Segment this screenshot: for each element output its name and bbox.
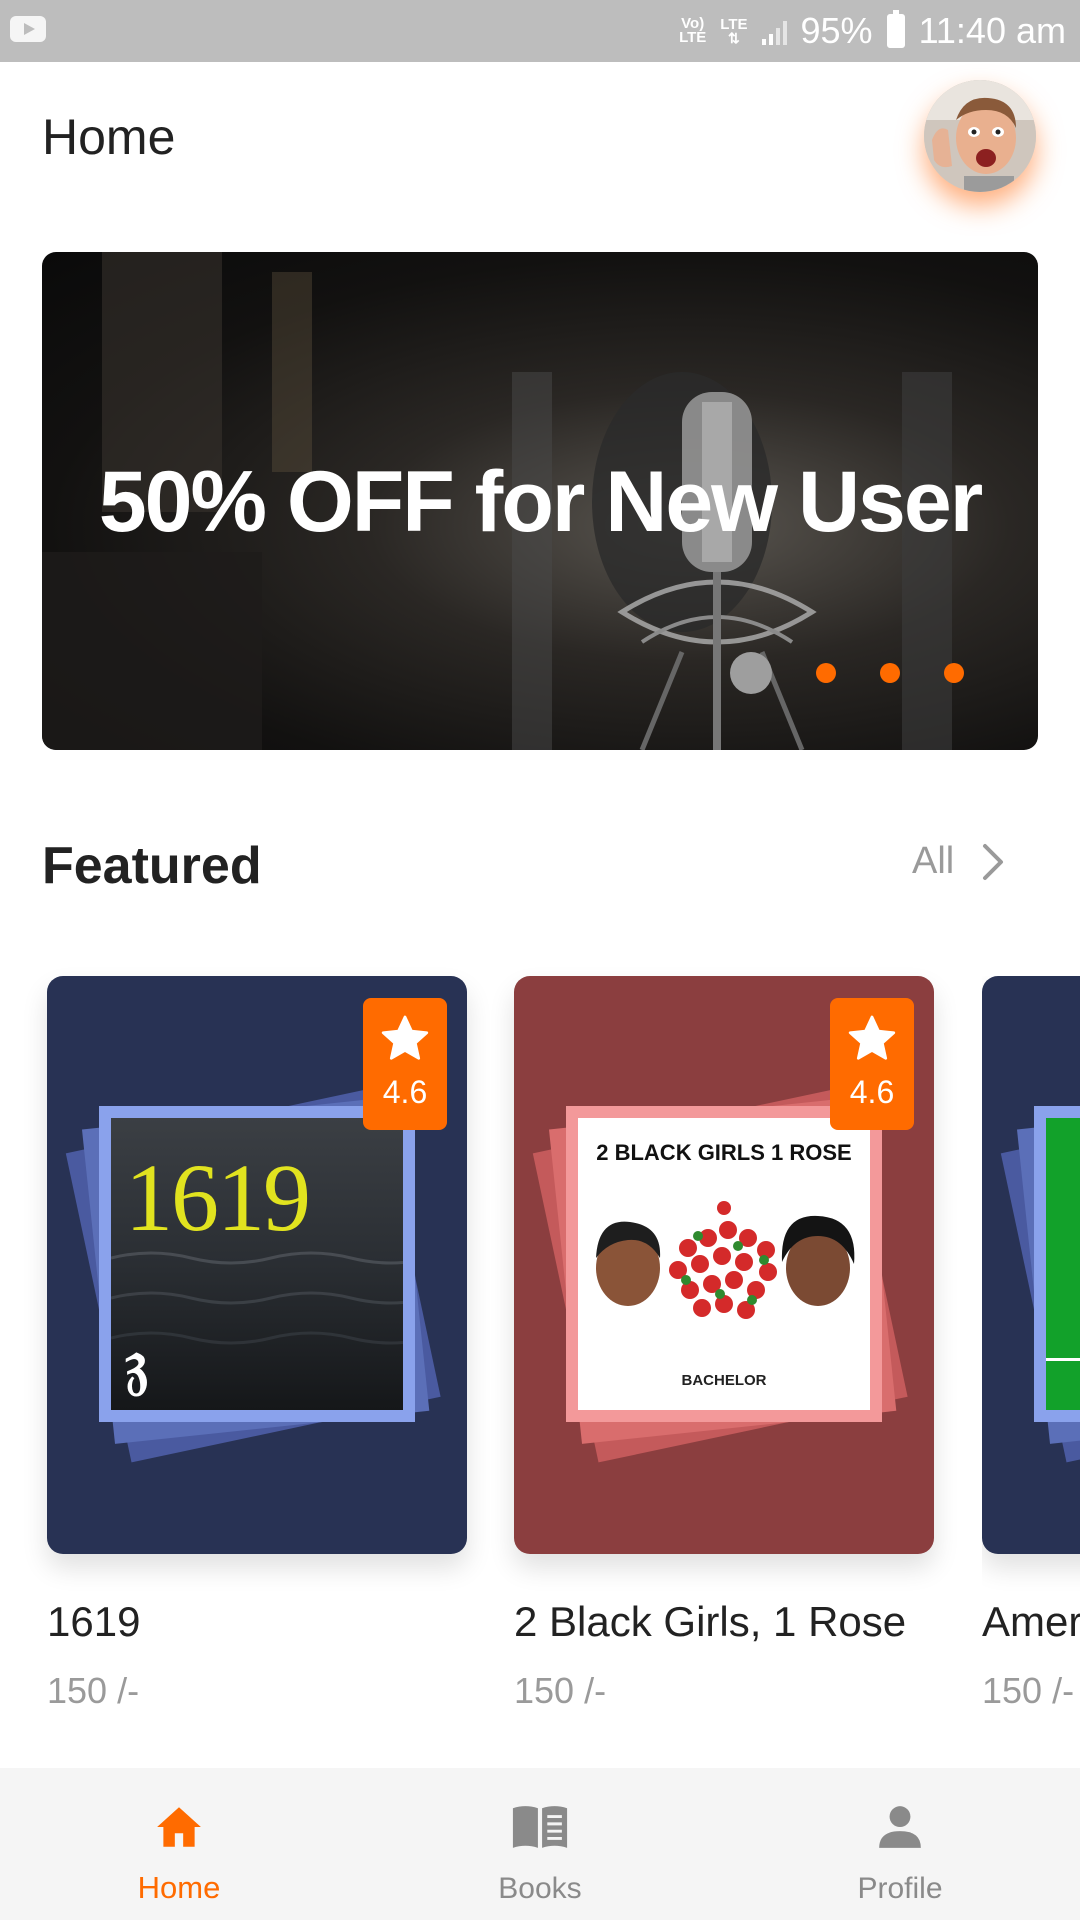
see-all-label: All [912, 840, 955, 882]
nav-item-books[interactable]: Books [420, 1768, 660, 1920]
star-icon [381, 1015, 429, 1060]
book-icon [512, 1806, 568, 1848]
youtube-notification-icon [10, 16, 46, 42]
battery-icon [886, 10, 905, 48]
book-price: 150 /- [982, 1670, 1075, 1711]
featured-section-title: Featured [42, 837, 262, 895]
nav-item-home[interactable]: Home [59, 1768, 299, 1920]
volte-bottom-label: LTE [679, 29, 707, 46]
nav-item-profile[interactable]: Profile [780, 1768, 1020, 1920]
card-clip: Amer 150 /- [982, 976, 1080, 1736]
carousel-dot-active[interactable] [730, 652, 772, 694]
nyt-logo-icon: 𝔷 [125, 1327, 149, 1400]
book-card[interactable]: 1619 𝔷 4.6 1619 150 /- [47, 976, 467, 1711]
book-cover-image [1034, 1106, 1080, 1422]
nav-label-books: Books [498, 1872, 582, 1905]
battery-percent: 95% [800, 10, 873, 51]
status-icons: Vo) LTE LTE ⇅ 95% 11:40 am [679, 10, 1066, 52]
rating-badge: 4.6 [363, 998, 447, 1130]
promo-banner[interactable]: 50% OFF for New User [42, 252, 1038, 750]
book-cover-image: 1619 𝔷 [99, 1106, 415, 1422]
avatar-photo-icon [924, 80, 1036, 192]
rating-value: 4.6 [382, 1074, 428, 1110]
rating-value: 4.6 [849, 1074, 895, 1110]
carousel-dot[interactable] [944, 663, 964, 683]
roses-illustration [596, 1201, 855, 1319]
volte-indicator: Vo) LTE [679, 16, 707, 46]
bottom-nav: Home Books Profile [0, 1768, 1080, 1920]
rating-badge: 4.6 [830, 998, 914, 1130]
book-card-cover-area[interactable]: 1619 𝔷 4.6 [47, 976, 467, 1554]
book-title[interactable]: Amer [982, 1598, 1080, 1646]
home-icon [157, 1807, 201, 1847]
book-cover-image: 2 BLACK GIRLS 1 ROSE BACHELOR [566, 1106, 882, 1422]
cover-stack [1000, 1087, 1080, 1463]
book-title[interactable]: 2 Black Girls, 1 Rose [514, 1598, 906, 1646]
status-bar: Vo) LTE LTE ⇅ 95% 11:40 am [0, 0, 1080, 62]
clock: 11:40 am [918, 10, 1066, 51]
book-card[interactable]: 2 BLACK GIRLS 1 ROSE BACHELOR 4.6 2 Blac… [514, 976, 934, 1711]
book-card[interactable]: Amer 150 /- [982, 976, 1080, 1711]
book-title[interactable]: 1619 [47, 1598, 140, 1646]
cover-stack: 2 BLACK GIRLS 1 ROSE BACHELOR [532, 1087, 908, 1463]
star-icon [848, 1015, 896, 1060]
signal-strength-icon [761, 17, 787, 45]
book-card-cover-area[interactable]: 2 BLACK GIRLS 1 ROSE BACHELOR 4.6 [514, 976, 934, 1554]
cover-title-text: 1619 [125, 1144, 311, 1251]
lte-indicator: LTE ⇅ [720, 17, 747, 46]
book-price: 150 /- [47, 1670, 140, 1711]
avatar[interactable] [924, 80, 1036, 192]
person-icon [879, 1806, 921, 1848]
cover-footer-text: BACHELOR [681, 1372, 767, 1389]
cover-stripe [1046, 1358, 1080, 1361]
data-arrows-icon: ⇅ [728, 30, 740, 46]
cover-stack: 1619 𝔷 [65, 1087, 441, 1463]
nav-label-profile: Profile [857, 1872, 943, 1905]
chevron-right-icon [983, 843, 1004, 880]
book-card-cover-area[interactable] [982, 976, 1080, 1554]
carousel-dot[interactable] [816, 663, 836, 683]
carousel-dot[interactable] [880, 663, 900, 683]
carousel-dots[interactable] [730, 652, 964, 694]
nav-label-home: Home [137, 1870, 221, 1905]
see-all-link[interactable]: All [912, 840, 1004, 883]
featured-carousel[interactable]: 1619 𝔷 4.6 1619 150 /- 2 BLACK GIRLS 1 R… [0, 976, 1080, 1736]
page-title: Home [42, 109, 176, 165]
book-price: 150 /- [514, 1670, 607, 1711]
